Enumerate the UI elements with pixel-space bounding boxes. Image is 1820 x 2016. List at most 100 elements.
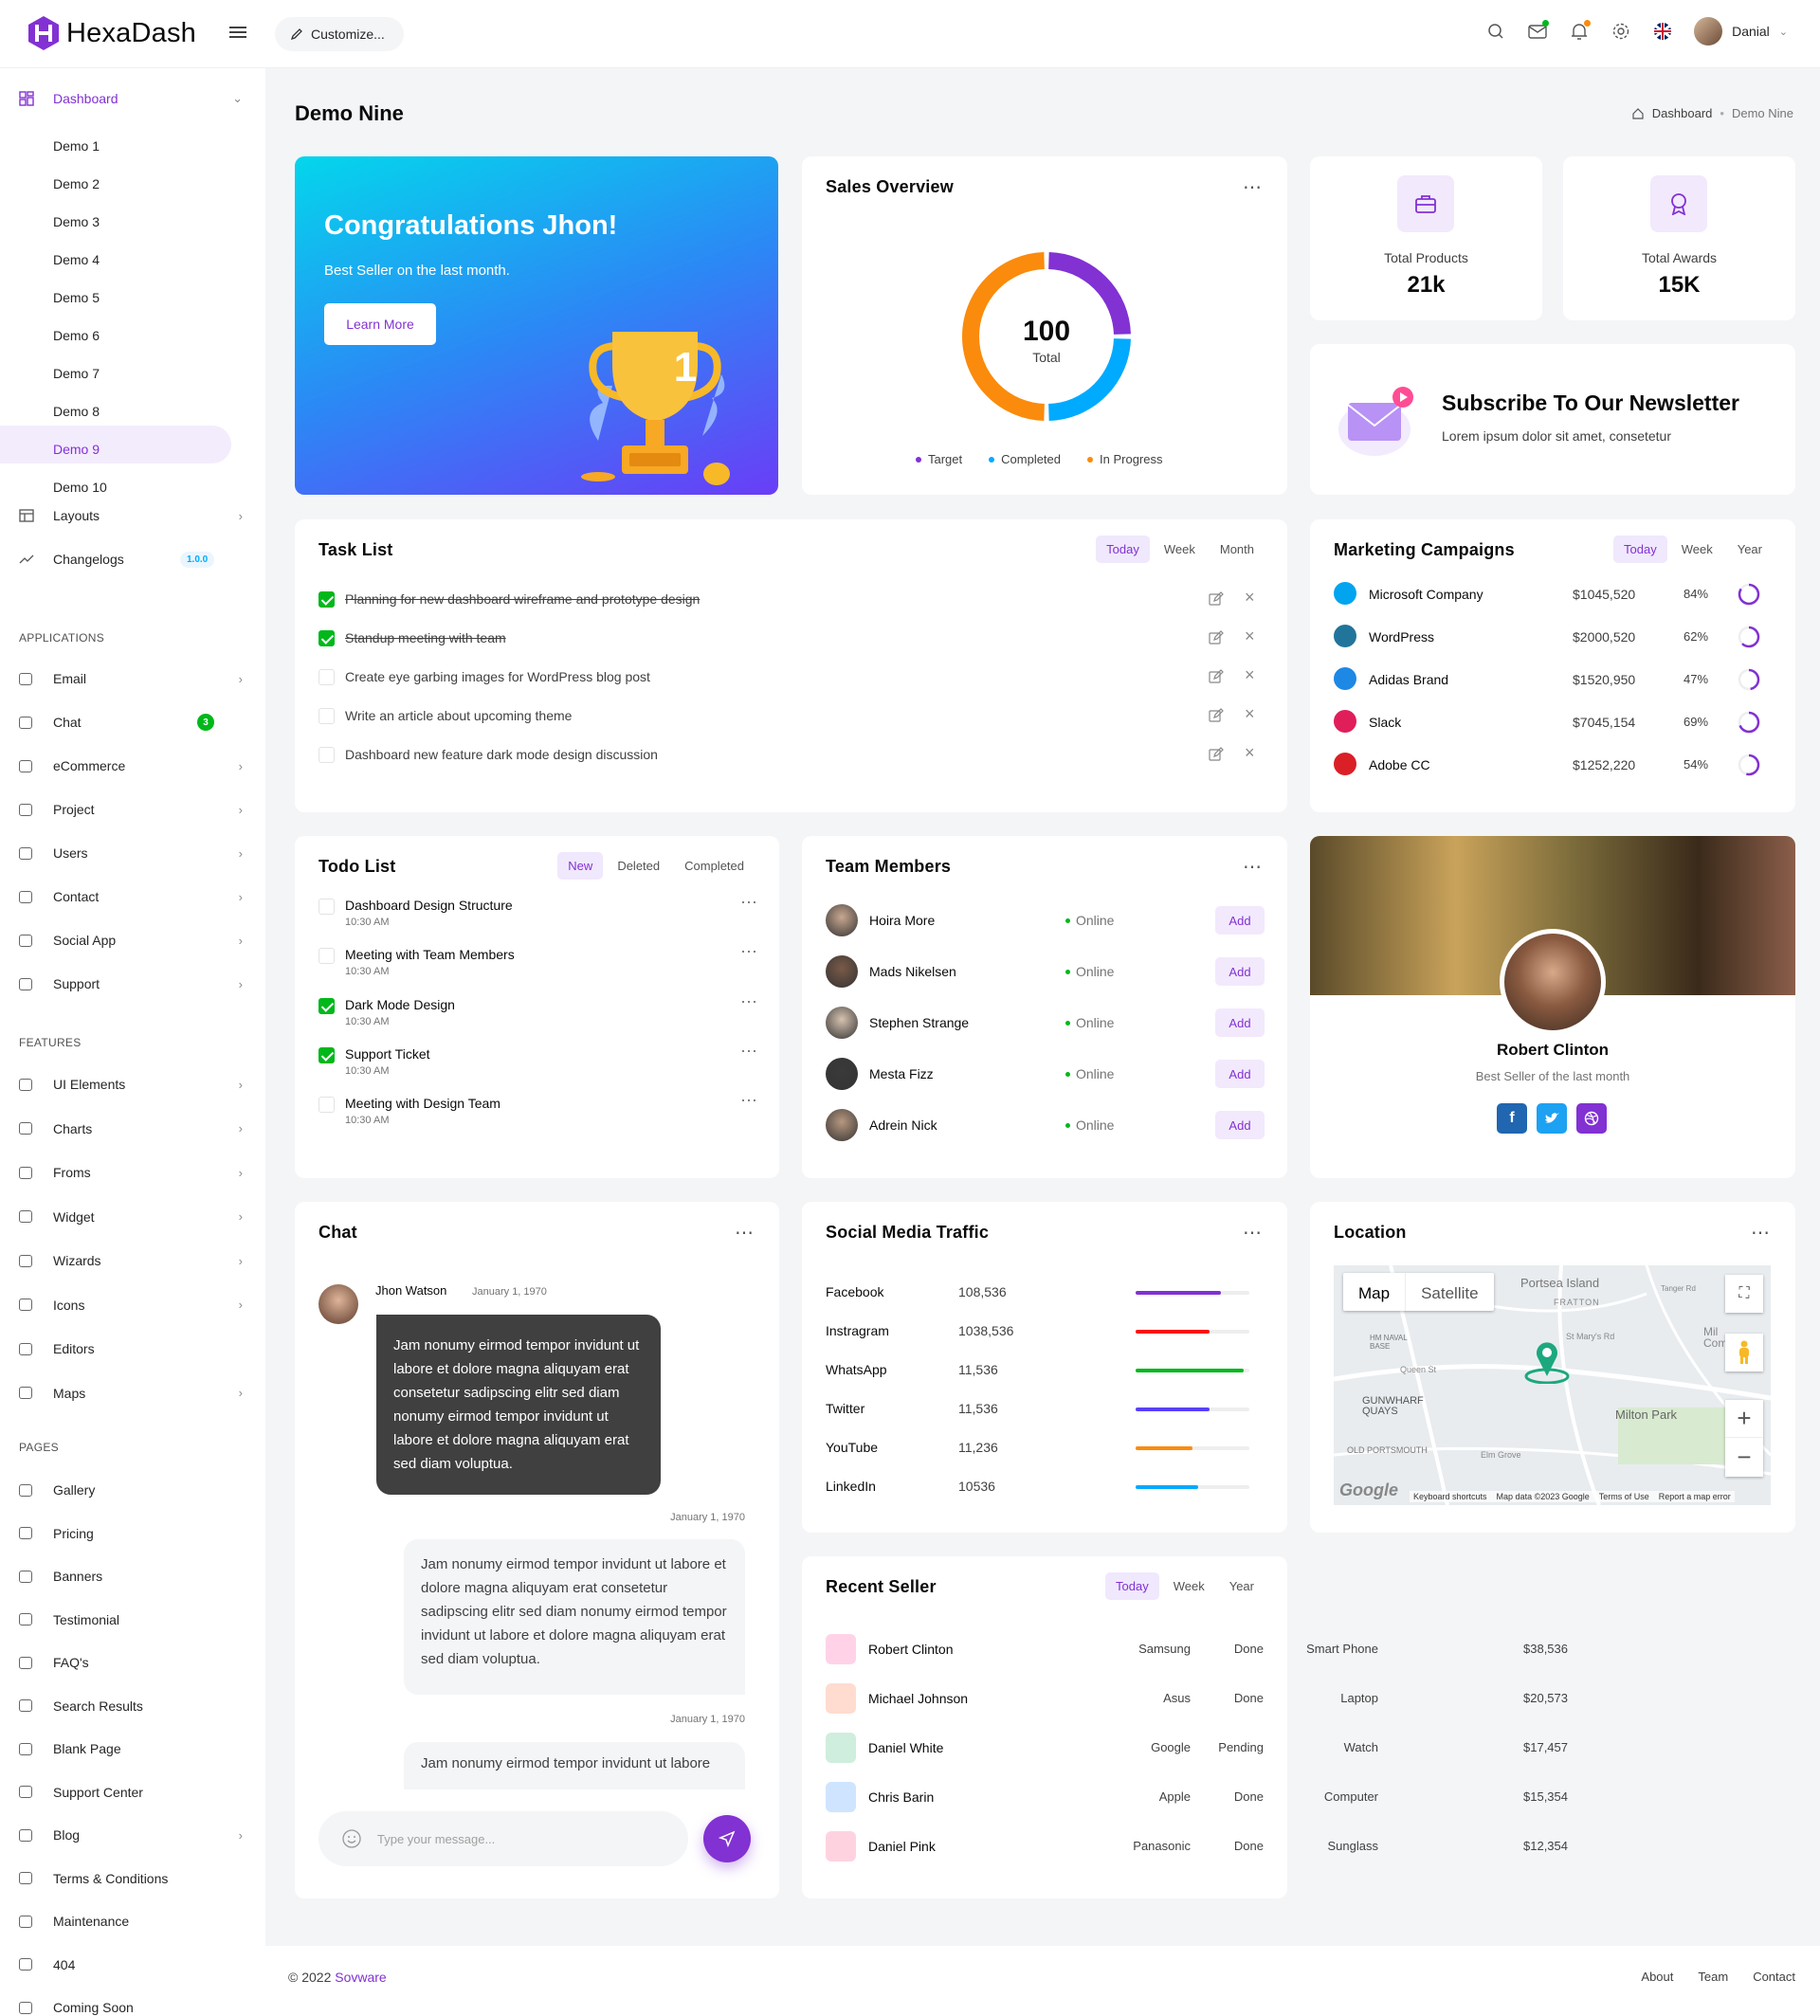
sidebar-item-blank-page[interactable]: Blank Page <box>0 1730 265 1768</box>
add-member-button[interactable]: Add <box>1215 1060 1265 1088</box>
customize-button[interactable]: Customize... <box>275 17 404 51</box>
facebook-icon[interactable]: f <box>1497 1103 1527 1134</box>
sidebar-sub-item-demo[interactable]: Demo 3 <box>53 214 100 229</box>
footer-link[interactable]: About <box>1641 1970 1673 1984</box>
edit-icon[interactable] <box>1209 747 1224 767</box>
close-icon[interactable]: × <box>1245 704 1255 724</box>
map-tab[interactable]: Map <box>1343 1273 1405 1311</box>
todo-checkbox[interactable] <box>318 1097 335 1114</box>
sidebar-sub-item-demo[interactable]: Demo 2 <box>53 176 100 191</box>
add-member-button[interactable]: Add <box>1215 906 1265 935</box>
sidebar-item-support[interactable]: Support › <box>0 965 265 1003</box>
more-options-icon[interactable]: ⋯ <box>740 992 757 1012</box>
sidebar-sub-item-demo[interactable]: Demo 7 <box>53 366 100 381</box>
gear-icon[interactable] <box>1611 21 1631 42</box>
add-member-button[interactable]: Add <box>1215 957 1265 986</box>
tab[interactable]: Deleted <box>607 852 670 880</box>
sidebar-item-testimonial[interactable]: Testimonial <box>0 1601 265 1639</box>
sidebar-item-coming-soon[interactable]: Coming Soon <box>0 1989 265 2016</box>
todo-checkbox[interactable] <box>318 1046 335 1063</box>
sidebar-item-widget[interactable]: Widget › <box>0 1198 265 1236</box>
task-checkbox[interactable] <box>318 669 335 685</box>
uk-flag-icon[interactable] <box>1652 21 1673 42</box>
todo-checkbox[interactable] <box>318 899 335 915</box>
sidebar-sub-item-demo[interactable]: Demo 5 <box>53 290 100 305</box>
sidebar-item-faq-s[interactable]: FAQ's <box>0 1644 265 1681</box>
tab[interactable]: Week <box>1671 536 1723 563</box>
fullscreen-icon[interactable]: ⛶ <box>1725 1275 1763 1313</box>
more-options-icon[interactable]: ⋯ <box>740 1042 757 1062</box>
tab[interactable]: Today <box>1613 536 1667 563</box>
sidebar-item-layouts[interactable]: Layouts › <box>0 497 265 535</box>
footer-link[interactable]: Team <box>1698 1970 1728 1984</box>
sidebar-item-email[interactable]: Email › <box>0 660 265 698</box>
send-button[interactable] <box>703 1815 751 1862</box>
sidebar-item-users[interactable]: Users › <box>0 834 265 872</box>
edit-icon[interactable] <box>1209 708 1224 728</box>
close-icon[interactable]: × <box>1245 627 1255 646</box>
sidebar-item-project[interactable]: Project › <box>0 790 265 828</box>
pegman-icon[interactable] <box>1725 1334 1763 1371</box>
sidebar-sub-item-demo[interactable]: Demo 6 <box>53 328 100 343</box>
edit-icon[interactable] <box>1209 669 1224 689</box>
sidebar-item-banners[interactable]: Banners <box>0 1557 265 1595</box>
tab[interactable]: Week <box>1163 1572 1215 1600</box>
map-footer-link[interactable]: Report a map error <box>1659 1492 1731 1501</box>
sidebar-sub-item-demo[interactable]: Demo 10 <box>53 480 107 495</box>
tab[interactable]: Month <box>1210 536 1265 563</box>
sidebar-sub-item-demo[interactable]: Demo 8 <box>53 404 100 419</box>
sidebar-item-icons[interactable]: Icons › <box>0 1286 265 1324</box>
tab[interactable]: Year <box>1727 536 1773 563</box>
more-options-icon[interactable]: ⋯ <box>1751 1221 1771 1244</box>
sidebar-item-404[interactable]: 404 <box>0 1946 265 1984</box>
tab[interactable]: Year <box>1219 1572 1265 1600</box>
more-options-icon[interactable]: ⋯ <box>740 942 757 962</box>
search-icon[interactable] <box>1485 21 1506 42</box>
tab[interactable]: Today <box>1096 536 1150 563</box>
sidebar-item-blog[interactable]: Blog › <box>0 1816 265 1854</box>
sidebar-item-ui-elements[interactable]: UI Elements › <box>0 1065 265 1103</box>
more-options-icon[interactable]: ⋯ <box>740 893 757 913</box>
mail-icon[interactable] <box>1527 20 1550 42</box>
close-icon[interactable]: × <box>1245 588 1255 608</box>
sidebar-item-support-center[interactable]: Support Center <box>0 1773 265 1811</box>
more-options-icon[interactable]: ⋯ <box>1243 175 1263 199</box>
sidebar-item-dashboard[interactable]: Dashboard ⌄ <box>0 80 265 118</box>
sidebar-item-wizards[interactable]: Wizards › <box>0 1242 265 1280</box>
sidebar-item-contact[interactable]: Contact › <box>0 878 265 916</box>
task-checkbox[interactable] <box>318 591 335 608</box>
zoom-in-icon[interactable]: + <box>1725 1400 1763 1438</box>
tab[interactable]: New <box>557 852 604 880</box>
footer-link[interactable]: Contact <box>1753 1970 1795 1984</box>
newsletter-card[interactable]: Subscribe To Our Newsletter Lorem ipsum … <box>1310 344 1795 495</box>
more-options-icon[interactable]: ⋯ <box>1243 855 1263 879</box>
close-icon[interactable]: × <box>1245 743 1255 763</box>
sidebar-item-charts[interactable]: Charts › <box>0 1110 265 1148</box>
sidebar-item-social-app[interactable]: Social App › <box>0 921 265 959</box>
company-link[interactable]: Sovware <box>335 1970 386 1985</box>
map-footer-link[interactable]: Map data ©2023 Google <box>1497 1492 1590 1501</box>
sidebar-item-maps[interactable]: Maps › <box>0 1374 265 1412</box>
sidebar-item-editors[interactable]: Editors <box>0 1330 265 1368</box>
sidebar-item-terms-conditions[interactable]: Terms & Conditions <box>0 1860 265 1898</box>
map[interactable]: Map Satellite Portsea Island FRATTON HM … <box>1334 1265 1771 1505</box>
more-options-icon[interactable]: ⋯ <box>735 1221 755 1244</box>
sidebar-item-ecommerce[interactable]: eCommerce › <box>0 747 265 785</box>
bell-icon[interactable] <box>1569 20 1592 42</box>
sidebar-item-pricing[interactable]: Pricing <box>0 1515 265 1553</box>
edit-icon[interactable] <box>1209 630 1224 650</box>
sidebar-item-gallery[interactable]: Gallery <box>0 1471 265 1509</box>
tab[interactable]: Today <box>1105 1572 1159 1600</box>
task-checkbox[interactable] <box>318 630 335 646</box>
chat-input[interactable]: Type your message... <box>318 1811 688 1866</box>
sidebar-item-chat[interactable]: Chat 3 <box>0 703 265 741</box>
tab[interactable]: Week <box>1154 536 1206 563</box>
sidebar-sub-item-demo[interactable]: Demo 4 <box>53 252 100 267</box>
sidebar-sub-item-demo[interactable]: Demo 9 <box>53 442 100 457</box>
add-member-button[interactable]: Add <box>1215 1008 1265 1037</box>
smile-icon[interactable] <box>341 1828 362 1849</box>
user-menu[interactable]: Danial ⌄ <box>1694 17 1788 45</box>
menu-toggle-icon[interactable] <box>229 25 246 40</box>
sidebar-sub-item-demo[interactable]: Demo 1 <box>53 138 100 154</box>
map-footer-link[interactable]: Keyboard shortcuts <box>1413 1492 1487 1501</box>
